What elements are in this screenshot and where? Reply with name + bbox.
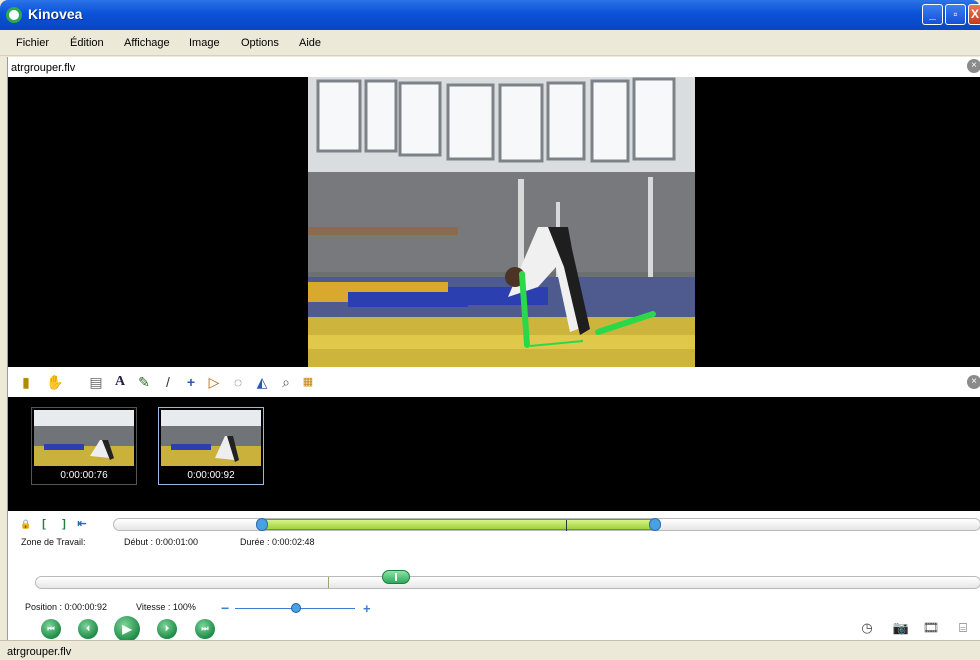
timer-icon[interactable]: ◷: [858, 619, 876, 637]
last-frame-button[interactable]: ⏭: [195, 619, 215, 639]
add-keyframe-icon[interactable]: ▮: [18, 374, 34, 390]
speed-text: Vitesse : 100%: [136, 602, 196, 612]
previous-frame-button[interactable]: ⏴: [78, 619, 98, 639]
comment-icon[interactable]: ▤: [88, 374, 104, 390]
working-zone-duration: Durée : 0:00:02:48: [240, 537, 315, 547]
text-icon[interactable]: A: [112, 374, 128, 390]
working-zone-cursor: [566, 520, 567, 531]
drawing-toolbar: ▮ ✋ ▤ A ✎ / + ▷ ◌ ◭ ⌕ ▦ ×: [8, 367, 980, 397]
pencil-icon[interactable]: ✎: [136, 374, 152, 390]
status-text: atrgrouper.flv: [7, 646, 72, 658]
video-frame[interactable]: [308, 77, 695, 367]
speed-slider-knob[interactable]: [291, 603, 301, 613]
keyframe-thumbnail[interactable]: 0:00:00:76: [31, 407, 137, 485]
menu-edition[interactable]: Édition: [70, 37, 104, 49]
working-zone-label: Zone de Travail:: [21, 537, 86, 547]
speed-minus-icon[interactable]: −: [221, 600, 229, 616]
position-text: Position : 0:00:00:92: [25, 602, 108, 612]
position-thumb[interactable]: [382, 570, 410, 584]
snapshot-icon[interactable]: 📷: [892, 619, 910, 637]
line-icon[interactable]: /: [160, 374, 176, 390]
player-screen: atrgrouper.flv × ▮ ✋ ▤ A ✎ / + ▷ ◌ ◭ ⌕ ▦…: [7, 57, 980, 642]
keyframe-time: 0:00:00:92: [187, 470, 235, 481]
working-zone-end-handle[interactable]: [649, 518, 661, 531]
cross-marker-icon[interactable]: +: [183, 374, 199, 390]
chrono-icon[interactable]: ◌: [230, 374, 246, 390]
keyframe-image: [34, 410, 134, 466]
screen-file-name: atrgrouper.flv: [11, 62, 76, 74]
position-marker: [328, 577, 329, 588]
set-start-icon[interactable]: [: [38, 518, 50, 530]
working-zone-start-handle[interactable]: [256, 518, 268, 531]
working-zone-selection: [261, 519, 655, 531]
video-area[interactable]: [8, 77, 980, 367]
player-controls: 🔒 [ ] ⇤ Zone de Travail: Début : 0:00:01…: [8, 511, 980, 642]
next-frame-button[interactable]: ⏵: [157, 619, 177, 639]
first-frame-button[interactable]: ⏮: [41, 619, 61, 639]
magnifier-icon[interactable]: ⌕: [278, 374, 294, 390]
status-bar: atrgrouper.flv: [0, 640, 980, 660]
screen-header: atrgrouper.flv ×: [8, 57, 980, 77]
keyframe-time: 0:00:00:76: [60, 470, 108, 481]
title-bar: Kinovea _ ▫ X: [0, 0, 980, 30]
close-button[interactable]: X: [968, 4, 980, 25]
gymnasium-video-image: [308, 77, 695, 367]
working-zone-track[interactable]: [113, 518, 980, 531]
hand-icon[interactable]: ✋: [46, 374, 63, 390]
color-profile-icon[interactable]: ▦: [300, 374, 316, 390]
lock-icon[interactable]: 🔒: [20, 518, 32, 530]
menu-image[interactable]: Image: [189, 37, 220, 49]
collapse-toolbar-icon[interactable]: ×: [967, 375, 980, 389]
keyframe-thumbnail-selected[interactable]: 0:00:00:92: [158, 407, 264, 485]
keyframes-panel: 0:00:00:76 0:00:00:92: [8, 397, 980, 511]
window-title: Kinovea: [28, 6, 83, 22]
play-button[interactable]: ▶: [114, 616, 140, 642]
kinovea-logo-icon: [6, 7, 22, 23]
menu-options[interactable]: Options: [241, 37, 279, 49]
working-zone-start: Début : 0:00:01:00: [124, 537, 199, 547]
speed-plus-icon[interactable]: +: [363, 601, 371, 616]
close-screen-icon[interactable]: ×: [967, 59, 980, 73]
video-export-icon[interactable]: 🎞: [922, 619, 940, 637]
set-end-icon[interactable]: ]: [58, 518, 70, 530]
angle-icon[interactable]: ▷: [206, 374, 222, 390]
presentation-icon[interactable]: ⌸: [954, 619, 972, 637]
grid-icon[interactable]: ◭: [254, 374, 270, 390]
menu-affichage[interactable]: Affichage: [124, 37, 170, 49]
keyframe-image: [161, 410, 261, 466]
position-track[interactable]: [35, 576, 980, 589]
menu-aide[interactable]: Aide: [299, 37, 321, 49]
maximize-button[interactable]: ▫: [945, 4, 966, 25]
minimize-button[interactable]: _: [922, 4, 943, 25]
menu-fichier[interactable]: Fichier: [16, 37, 49, 49]
menu-bar: Fichier Édition Affichage Image Options …: [0, 30, 980, 56]
go-to-start-icon[interactable]: ⇤: [76, 518, 88, 530]
